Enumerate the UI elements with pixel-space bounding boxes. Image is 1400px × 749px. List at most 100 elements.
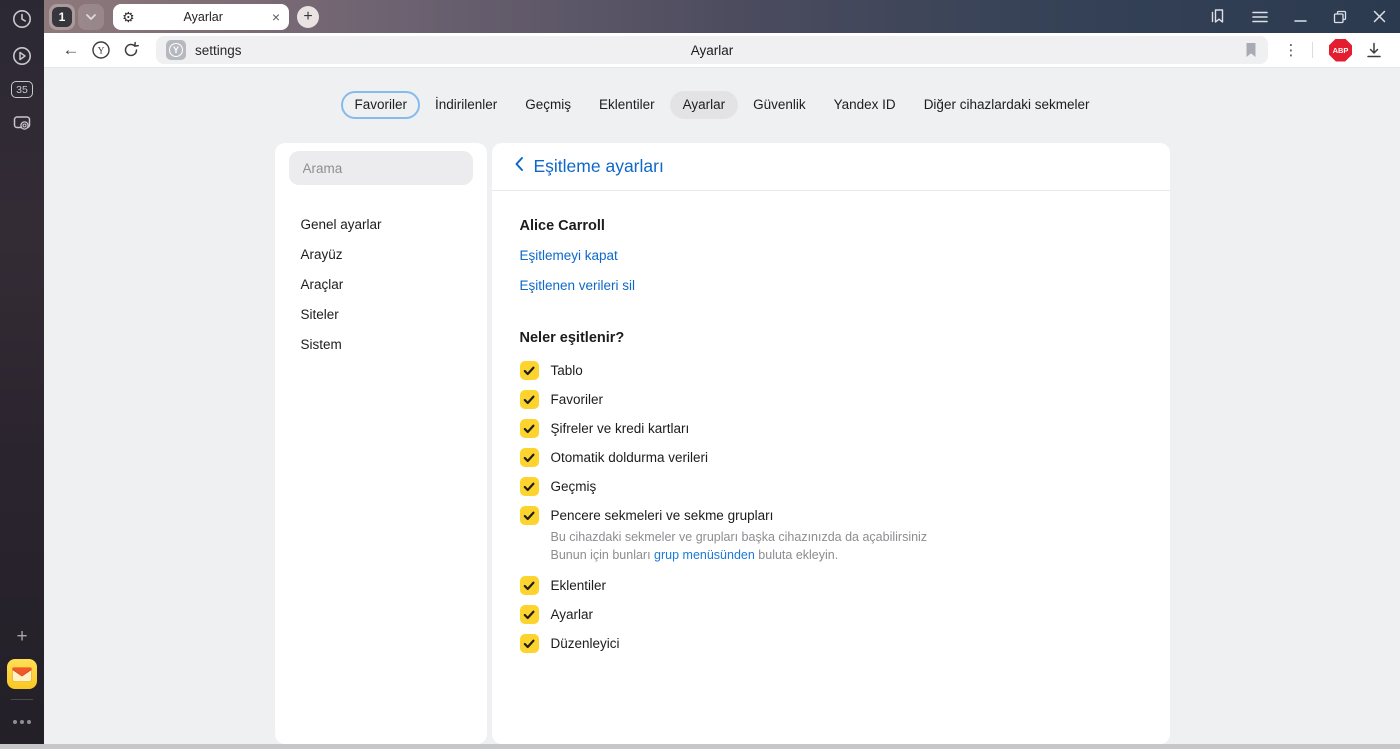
screenshot-camera-icon[interactable] (10, 111, 34, 135)
search-input[interactable] (288, 151, 473, 186)
settings-nav-item[interactable]: Siteler (289, 299, 473, 329)
settings-nav-card: Genel ayarlar Arayüz Araçlar Siteler Sis… (274, 143, 487, 744)
settings-nav-item[interactable]: Genel ayarlar (289, 209, 473, 239)
video-play-icon[interactable] (10, 44, 34, 68)
download-icon[interactable] (1360, 42, 1388, 58)
settings-tab[interactable]: Diğer cihazlardaki sekmeler (911, 91, 1103, 119)
settings-tab[interactable]: Favoriler (341, 91, 420, 120)
sync-panel-header: Eşitleme ayarları (491, 143, 1170, 192)
settings-nav-item[interactable]: Arayüz (289, 239, 473, 269)
sync-item[interactable]: Tablo (519, 361, 1142, 381)
settings-tab[interactable]: Eklentiler (586, 91, 668, 119)
checkbox-checked[interactable] (519, 506, 539, 526)
settings-page: Favoriler İndirilenler Geçmiş Eklentiler… (44, 68, 1400, 744)
address-bar[interactable]: Ayarlar Y settings (156, 36, 1268, 64)
sync-item-label: Geçmiş (550, 479, 597, 495)
checkbox-checked[interactable] (519, 634, 539, 654)
settings-tabs: Favoriler İndirilenler Geçmiş Eklentiler… (44, 91, 1400, 120)
settings-cards: Genel ayarlar Arayüz Araçlar Siteler Sis… (44, 143, 1400, 744)
add-panel-icon[interactable]: + (10, 625, 34, 649)
browser-main-column: 1 ⚙ Ayarlar × + ← Y Ayarlar Y settings ⋮… (44, 0, 1400, 744)
checkbox-checked[interactable] (519, 361, 539, 381)
kebab-menu-icon[interactable]: ⋮ (1278, 41, 1304, 59)
sync-section-title: Neler eşitlenir? (519, 330, 625, 347)
turn-off-sync-link[interactable]: Eşitlemeyi kapat (520, 249, 618, 263)
settings-nav-item[interactable]: Araçlar (289, 269, 473, 299)
url-text[interactable]: settings (195, 43, 242, 58)
sync-item-label: Eklentiler (550, 578, 607, 594)
sync-settings-panel: Eşitleme ayarları Alice Carroll Eşitleme… (491, 143, 1170, 744)
tab-close-icon[interactable]: × (272, 10, 280, 24)
sync-panel-body: Alice Carroll Eşitlemeyi kapat Eşitlenen… (492, 191, 1170, 663)
more-options-icon[interactable] (10, 710, 34, 734)
settings-tab[interactable]: Ayarlar (669, 91, 739, 120)
bookmarks-panel-icon[interactable] (1209, 8, 1226, 25)
title-bar: 1 ⚙ Ayarlar × + (44, 0, 1400, 33)
sync-item[interactable]: Eklentiler (519, 576, 1142, 596)
description-line2-prefix: Bunun için bunları (550, 547, 655, 562)
sync-item[interactable]: Favoriler (519, 390, 1142, 410)
bookmark-flag-icon[interactable] (1244, 42, 1258, 58)
description-line2-suffix: buluta ekleyin. (754, 547, 839, 562)
sync-item-label: Şifreler ve kredi kartları (550, 421, 690, 437)
tab-group-chevron-icon[interactable] (78, 3, 104, 30)
window-restore-icon[interactable] (1333, 10, 1347, 24)
window-close-icon[interactable] (1373, 10, 1386, 23)
checkbox-checked[interactable] (519, 419, 539, 439)
tab-group-button[interactable]: 1 (49, 3, 75, 30)
checkbox-checked[interactable] (519, 390, 539, 410)
tab-group-count: 1 (52, 6, 72, 27)
checkbox-checked[interactable] (519, 605, 539, 625)
sync-item-description: Bu cihazdaki sekmeler ve grupları başka … (551, 529, 928, 564)
sync-panel-title[interactable]: Eşitleme ayarları (534, 156, 664, 177)
new-tab-plus-icon[interactable]: + (297, 5, 319, 28)
adblock-badge[interactable]: ABP (1329, 38, 1352, 62)
active-browser-tab[interactable]: ⚙ Ayarlar × (113, 3, 289, 30)
settings-tab[interactable]: Güvenlik (740, 91, 819, 119)
sync-item-label: Tablo (550, 363, 583, 379)
account-name: Alice Carroll (519, 218, 605, 235)
delete-synced-data-link[interactable]: Eşitlenen verileri sil (520, 279, 636, 293)
tab-title: Ayarlar (183, 9, 223, 24)
sync-item[interactable]: Geçmiş (519, 477, 1142, 497)
toolbar-divider (1312, 42, 1313, 58)
browser-window: 35 + 1 ⚙ Ayarlar × + ← Y Ayarlar Y setti… (0, 0, 1400, 749)
checkbox-checked[interactable] (519, 448, 539, 468)
omnibox-page-title: Ayarlar (690, 42, 734, 58)
svg-text:Y: Y (98, 47, 105, 57)
settings-tab[interactable]: Yandex ID (821, 91, 909, 119)
settings-nav-list: Genel ayarlar Arayüz Araçlar Siteler Sis… (289, 209, 473, 359)
refresh-icon[interactable] (116, 36, 146, 64)
description-line1: Bu cihazdaki sekmeler ve grupları başka … (550, 530, 928, 545)
group-menu-link[interactable]: grup menüsünden (654, 548, 755, 562)
browser-toolbar: ← Y Ayarlar Y settings ⋮ ABP (44, 33, 1400, 68)
sync-item[interactable]: Pencere sekmeleri ve sekme grupları Bu c… (519, 506, 1142, 566)
yandex-mail-icon[interactable] (7, 659, 37, 689)
settings-tab[interactable]: Geçmiş (512, 91, 584, 119)
back-chevron-icon[interactable] (514, 156, 524, 177)
sync-item-label: Düzenleyici (550, 636, 620, 652)
side-rail-bottom: + (7, 625, 37, 744)
side-rail-top: 35 (10, 0, 34, 135)
sync-item[interactable]: Ayarlar (519, 605, 1142, 625)
sync-item-label: Ayarlar (550, 607, 594, 623)
sync-item[interactable]: Şifreler ve kredi kartları (519, 419, 1142, 439)
checkbox-checked[interactable] (519, 477, 539, 497)
tab-counter-badge[interactable]: 35 (11, 81, 33, 98)
settings-tab[interactable]: İndirilenler (422, 91, 510, 119)
sync-item-label: Otomatik doldurma verileri (550, 450, 709, 466)
window-minimize-icon[interactable] (1294, 10, 1307, 23)
back-arrow-icon[interactable]: ← (56, 36, 86, 64)
sync-item[interactable]: Düzenleyici (519, 634, 1142, 654)
yandex-circle-icon[interactable]: Y (86, 36, 116, 64)
side-rail-divider (11, 699, 33, 700)
sync-item[interactable]: Otomatik doldurma verileri (519, 448, 1142, 468)
menu-icon[interactable] (1252, 11, 1268, 23)
tab-gear-icon: ⚙ (122, 8, 135, 25)
browser-side-rail: 35 + (0, 0, 44, 744)
history-clock-icon[interactable] (10, 7, 34, 31)
title-bar-controls (1209, 8, 1386, 25)
settings-nav-item[interactable]: Sistem (289, 329, 473, 359)
checkbox-checked[interactable] (519, 576, 539, 596)
sync-item-label: Favoriler (550, 392, 604, 408)
